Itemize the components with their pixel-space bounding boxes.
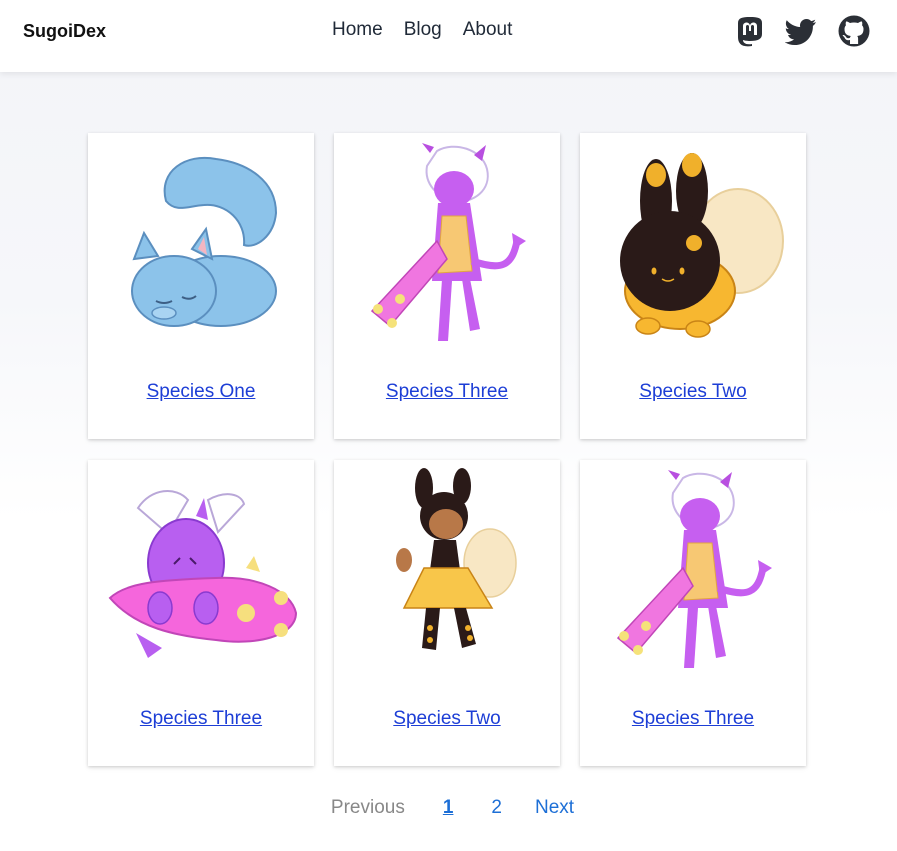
species-title-link[interactable]: Species Three xyxy=(580,708,806,730)
twitter-icon[interactable] xyxy=(785,14,819,48)
main-nav: Home Blog About xyxy=(332,19,512,41)
species-image[interactable] xyxy=(588,141,798,351)
mastodon-icon[interactable] xyxy=(733,14,767,48)
species-grid: Species One Species Three Species Two Sp… xyxy=(88,133,806,766)
species-title-link[interactable]: Species One xyxy=(88,381,314,403)
species-card[interactable]: Species Two xyxy=(334,460,560,766)
species-title-link[interactable]: Species Three xyxy=(88,708,314,730)
nav-blog[interactable]: Blog xyxy=(404,19,442,41)
site-header: SugoiDex Home Blog About xyxy=(0,0,897,72)
species-image[interactable] xyxy=(342,141,552,351)
species-card[interactable]: Species One xyxy=(88,133,314,439)
page-1-link[interactable]: 1 xyxy=(443,797,454,819)
species-image[interactable] xyxy=(588,468,798,678)
species-card[interactable]: Species Three xyxy=(580,460,806,766)
species-card[interactable]: Species Three xyxy=(334,133,560,439)
species-title-link[interactable]: Species Two xyxy=(334,708,560,730)
species-title-link[interactable]: Species Three xyxy=(334,381,560,403)
species-image[interactable] xyxy=(96,141,306,351)
next-page-button[interactable]: Next xyxy=(535,797,574,819)
github-icon[interactable] xyxy=(837,14,871,48)
page-2-link[interactable]: 2 xyxy=(491,797,502,819)
species-title-link[interactable]: Species Two xyxy=(580,381,806,403)
pagination: Previous 1 2 Next xyxy=(0,797,897,819)
species-card[interactable]: Species Three xyxy=(88,460,314,766)
social-links xyxy=(733,14,871,48)
species-card[interactable]: Species Two xyxy=(580,133,806,439)
nav-home[interactable]: Home xyxy=(332,19,383,41)
species-image[interactable] xyxy=(96,468,306,678)
previous-page-button: Previous xyxy=(330,797,405,818)
brand-logo[interactable]: SugoiDex xyxy=(23,21,106,42)
nav-about[interactable]: About xyxy=(463,19,513,41)
species-image[interactable] xyxy=(342,468,552,678)
